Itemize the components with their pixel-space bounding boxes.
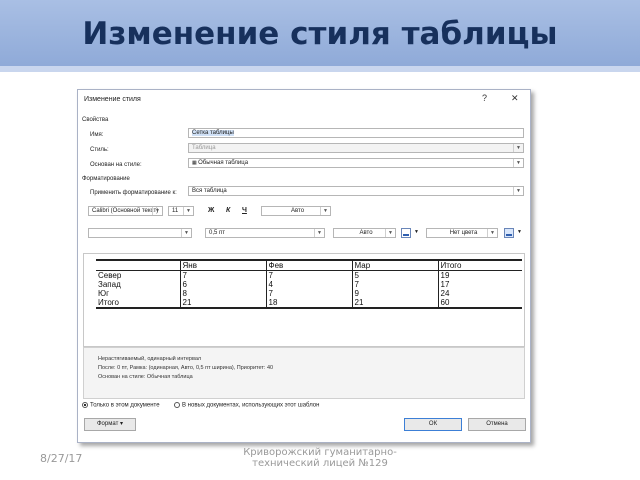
close-button[interactable]: ✕ bbox=[511, 93, 519, 104]
preview-table: Янв Фев Мар Итого Север 7 7 5 19 Запад 6… bbox=[96, 259, 522, 309]
style-description: Нерастягиваемый, одинарный интервал Посл… bbox=[83, 347, 525, 399]
modify-style-dialog: Изменение стиля ? ✕ Свойства Имя: Сетка … bbox=[77, 89, 531, 443]
footer-line: технический лицей №129 bbox=[252, 458, 388, 469]
cancel-button[interactable]: Отмена bbox=[468, 418, 526, 431]
border-color-select[interactable]: Авто ▼ bbox=[333, 228, 396, 238]
format-button[interactable]: Формат ▾ bbox=[84, 418, 136, 431]
table-row: Запад 6 4 7 17 bbox=[96, 280, 450, 289]
chevron-down-icon[interactable]: ▼ bbox=[414, 229, 419, 235]
chevron-down-icon: ▼ bbox=[314, 229, 324, 237]
chevron-down-icon: ▼ bbox=[320, 207, 330, 215]
chevron-down-icon: ▼ bbox=[487, 229, 497, 237]
font-select[interactable]: Calibri (Основной текст) ▼ bbox=[88, 206, 163, 216]
slide-title: Изменение стиля таблицы bbox=[82, 16, 558, 52]
ok-button[interactable]: ОК bbox=[404, 418, 462, 431]
radio-icon bbox=[174, 402, 180, 408]
only-this-document-radio[interactable]: Только в этом документе bbox=[82, 402, 160, 409]
font-color-select[interactable]: Авто ▼ bbox=[261, 206, 331, 216]
style-preview: Янв Фев Мар Итого Север 7 7 5 19 Запад 6… bbox=[83, 253, 525, 347]
apply-to-select[interactable]: Вся таблица ▼ bbox=[188, 186, 524, 196]
chevron-down-icon: ▼ bbox=[513, 159, 523, 167]
chevron-down-icon: ▼ bbox=[152, 207, 162, 215]
line-style-select[interactable]: ▼ bbox=[88, 228, 192, 238]
style-type-select: Таблица ▼ bbox=[188, 143, 524, 153]
name-label: Имя: bbox=[90, 132, 104, 138]
chevron-down-icon: ▼ bbox=[183, 207, 193, 215]
slide-date: 8/27/17 bbox=[40, 452, 83, 465]
properties-section-label: Свойства bbox=[82, 117, 109, 123]
chevron-down-icon[interactable]: ▼ bbox=[517, 229, 522, 235]
name-input[interactable]: Сетка таблицы bbox=[188, 128, 524, 138]
help-button[interactable]: ? bbox=[482, 93, 487, 103]
radio-selected-icon bbox=[82, 402, 88, 408]
formatting-section-label: Форматирование bbox=[82, 176, 130, 182]
based-on-select[interactable]: ▦ Обычная таблица ▼ bbox=[188, 158, 524, 168]
chevron-down-icon: ▼ bbox=[513, 144, 523, 152]
table-row: Янв Фев Мар Итого bbox=[96, 259, 522, 271]
table-row: Итого 21 18 21 60 bbox=[96, 298, 522, 309]
slide-footer: Криворожский гуманитарно- технический ли… bbox=[220, 447, 420, 469]
underline-button[interactable]: Ч bbox=[242, 207, 247, 214]
shading-select[interactable]: Нет цвета ▼ bbox=[426, 228, 498, 238]
description-line: Основан на стиле: Обычная таблица bbox=[98, 374, 193, 380]
table-row: Север 7 7 5 19 bbox=[96, 270, 450, 280]
description-line: После: 0 пт, Рамка: (одинарная, Авто, 0,… bbox=[98, 365, 274, 371]
description-line: Нерастягиваемый, одинарный интервал bbox=[98, 356, 202, 362]
based-on-label: Основан на стиле: bbox=[90, 162, 142, 168]
table-row: Юг 8 7 9 24 bbox=[96, 289, 450, 298]
line-width-select[interactable]: 0,5 пт ▼ bbox=[205, 228, 325, 238]
dialog-title: Изменение стиля bbox=[84, 96, 141, 103]
style-type-label: Стиль: bbox=[90, 147, 109, 153]
apply-to-label: Применить форматирование к: bbox=[90, 190, 177, 196]
italic-button[interactable]: К bbox=[226, 207, 230, 214]
bold-button[interactable]: Ж bbox=[208, 207, 214, 214]
font-size-select[interactable]: 11 ▼ bbox=[168, 206, 194, 216]
cell-alignment-icon[interactable] bbox=[504, 228, 514, 238]
chevron-down-icon: ▼ bbox=[513, 187, 523, 195]
new-documents-radio[interactable]: В новых документах, использующих этот ша… bbox=[174, 402, 319, 409]
chevron-down-icon: ▼ bbox=[181, 229, 191, 237]
borders-icon[interactable] bbox=[401, 228, 411, 238]
footer-line: Криворожский гуманитарно- bbox=[243, 447, 397, 458]
chevron-down-icon: ▼ bbox=[385, 229, 395, 237]
